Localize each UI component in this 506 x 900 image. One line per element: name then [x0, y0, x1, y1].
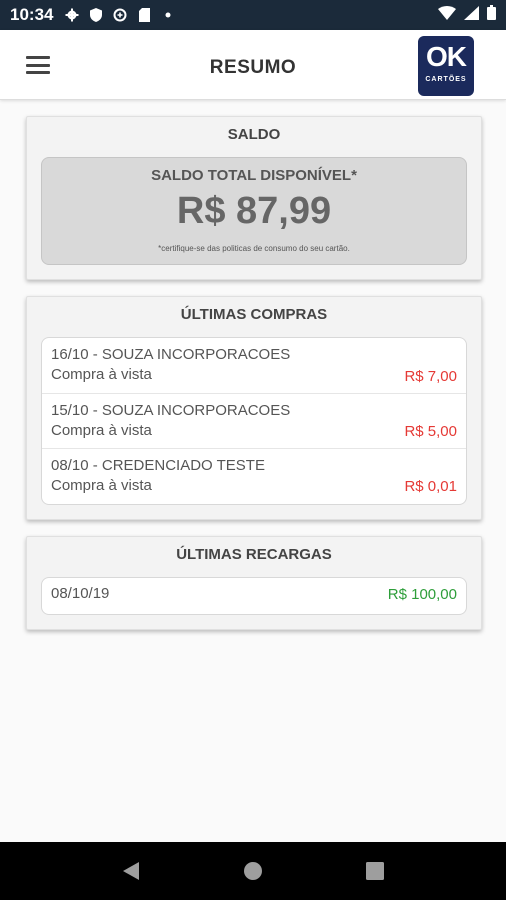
status-time: 10:34	[10, 5, 54, 24]
status-bar: 10:34	[0, 0, 506, 30]
brand-logo: OK CARTÕES	[418, 36, 474, 96]
recharge-row[interactable]: 08/10/19 R$ 100,00	[42, 578, 466, 614]
recargas-card: ÚLTIMAS RECARGAS 08/10/19 R$ 100,00	[26, 536, 482, 630]
purchase-type: Compra à vista	[51, 366, 152, 383]
signal-icon	[464, 5, 479, 25]
saldo-heading: SALDO	[227, 126, 281, 143]
purchase-row[interactable]: 15/10 - SOUZA INCORPORACOES Compra à vis…	[42, 393, 466, 448]
home-icon[interactable]	[233, 851, 273, 891]
saldo-value: R$ 87,99	[176, 190, 332, 232]
dot-icon	[161, 8, 175, 22]
recargas-list: 08/10/19 R$ 100,00	[41, 577, 467, 615]
purchase-description: 16/10 - SOUZA INCORPORACOES	[51, 346, 291, 363]
recargas-heading: ÚLTIMAS RECARGAS	[176, 546, 332, 563]
purchase-type: Compra à vista	[51, 422, 152, 439]
purchase-type: Compra à vista	[51, 477, 152, 494]
purchase-amount: R$ 0,01	[404, 478, 457, 495]
recents-icon[interactable]	[355, 851, 395, 891]
purchase-amount: R$ 7,00	[404, 368, 457, 385]
battery-icon	[487, 5, 496, 25]
logo-text: OK	[426, 41, 467, 72]
purchase-row[interactable]: 16/10 - SOUZA INCORPORACOES Compra à vis…	[42, 338, 466, 393]
purchase-description: 15/10 - SOUZA INCORPORACOES	[51, 402, 291, 419]
logo-subtext: CARTÕES	[425, 76, 467, 83]
data-saver-icon	[113, 8, 127, 22]
compras-card: ÚLTIMAS COMPRAS 16/10 - SOUZA INCORPORAC…	[26, 296, 482, 520]
compras-heading: ÚLTIMAS COMPRAS	[180, 306, 328, 323]
back-icon[interactable]	[111, 851, 151, 891]
recharge-amount: R$ 100,00	[387, 586, 457, 603]
saldo-label: SALDO TOTAL DISPONÍVEL*	[151, 167, 357, 184]
shield-icon	[89, 8, 103, 22]
app-bar: RESUMO OK CARTÕES	[0, 30, 506, 100]
saldo-note: *certifique-se das politicas de consumo …	[158, 244, 350, 253]
purchase-row[interactable]: 08/10 - CREDENCIADO TESTE Compra à vista…	[42, 448, 466, 503]
purchase-description: 08/10 - CREDENCIADO TESTE	[51, 457, 265, 474]
wifi-icon	[438, 5, 456, 25]
purchase-amount: R$ 5,00	[404, 423, 457, 440]
saldo-box: SALDO TOTAL DISPONÍVEL* R$ 87,99 *certif…	[41, 157, 467, 265]
compras-list: 16/10 - SOUZA INCORPORACOES Compra à vis…	[41, 337, 467, 505]
status-right-icons	[438, 5, 496, 25]
navigation-bar	[0, 842, 506, 900]
sim-card-icon	[137, 8, 151, 22]
gear-icon	[65, 8, 79, 22]
saldo-card: SALDO SALDO TOTAL DISPONÍVEL* R$ 87,99 *…	[26, 116, 482, 280]
